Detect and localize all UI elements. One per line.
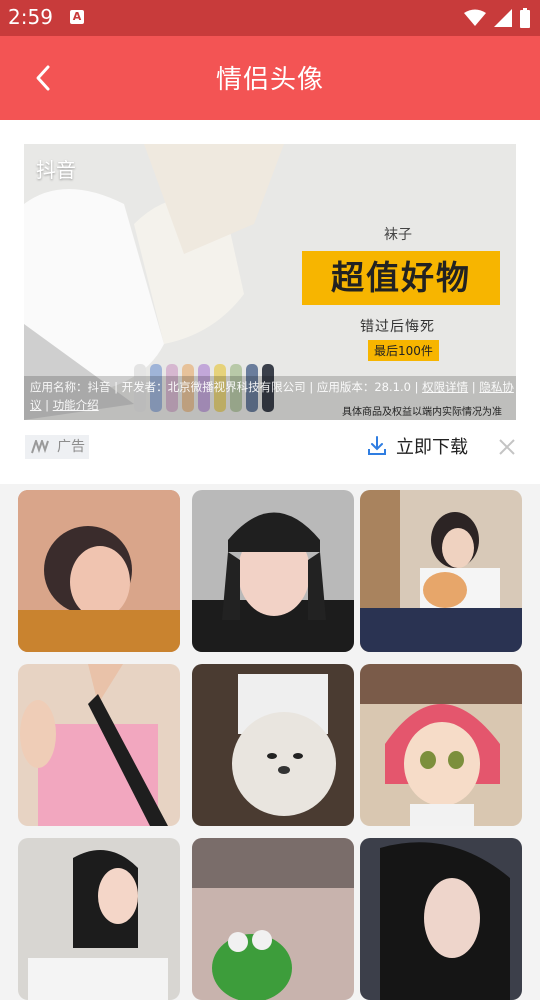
avatar-tile[interactable]: [18, 664, 180, 826]
ad-image[interactable]: 抖音 袜子 超值好物 错过后悔死 最后100件 应用名称：抖音 | 开发者：北京…: [24, 144, 516, 420]
notification-icon: A: [70, 10, 84, 24]
avatar-tile[interactable]: [360, 838, 522, 1000]
avatar-image: [360, 490, 522, 652]
ad-badge: 最后100件: [368, 340, 439, 361]
avatar-image: [192, 490, 354, 652]
avatar-tile[interactable]: [18, 838, 180, 1000]
permission-link[interactable]: 权限详情: [422, 380, 468, 394]
avatar-tile[interactable]: [18, 490, 180, 652]
ad-tag-text: 袜子: [384, 227, 412, 243]
avatar-image: [18, 838, 180, 1000]
ad-headline: 超值好物: [302, 251, 500, 305]
avatar-image: [192, 838, 354, 1000]
avatar-image: [18, 490, 180, 652]
avatar-tile[interactable]: [360, 490, 522, 652]
signal-icon: [494, 9, 512, 27]
function-link[interactable]: 功能介绍: [53, 398, 99, 412]
ad-info-text: 应用名称：抖音 | 开发者：北京微播视界科技有限公司 | 应用版本：28.1.0…: [30, 380, 423, 394]
ad-disclaimer: 具体商品及权益以端内实际情况为准: [342, 407, 502, 418]
avatar-image: [192, 664, 354, 826]
download-icon: [368, 436, 386, 455]
download-label: 立即下载: [396, 437, 468, 458]
ad-subtext: 错过后悔死: [360, 319, 435, 335]
ad-label-text: 广告: [57, 439, 85, 455]
info-separator: |: [41, 398, 53, 412]
avatar-tile[interactable]: [360, 664, 522, 826]
ad-network-logo-icon: [31, 440, 49, 454]
avatar-grid: [0, 484, 540, 1000]
ad-close-button[interactable]: [496, 436, 518, 458]
avatar-image: [360, 664, 522, 826]
status-bar: 2:59 A: [0, 0, 540, 36]
close-icon: [499, 439, 515, 455]
ad-app-name: 抖音: [36, 158, 76, 182]
avatar-tile[interactable]: [192, 664, 354, 826]
avatar-tile[interactable]: [192, 838, 354, 1000]
info-separator: |: [468, 380, 480, 394]
ad-label: 广告: [25, 435, 89, 459]
avatar-tile[interactable]: [192, 490, 354, 652]
wifi-icon: [464, 9, 486, 26]
app-bar: 情侣头像: [0, 36, 540, 120]
status-time: 2:59: [8, 5, 53, 29]
avatar-image: [360, 838, 522, 1000]
avatar-image: [18, 664, 180, 826]
battery-icon: [520, 8, 530, 28]
download-button[interactable]: 立即下载: [366, 432, 468, 460]
ad-card: 抖音 袜子 超值好物 错过后悔死 最后100件 应用名称：抖音 | 开发者：北京…: [0, 120, 540, 484]
page-title: 情侣头像: [215, 65, 324, 95]
status-icons: [464, 7, 530, 29]
